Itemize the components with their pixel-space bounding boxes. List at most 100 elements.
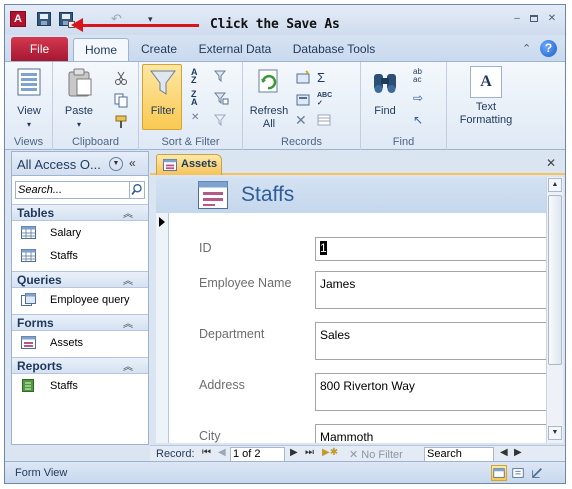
nav-item-report-staffs[interactable]: Staffs [12, 376, 148, 398]
totals-sigma-icon[interactable]: Σ [317, 70, 333, 86]
text-formatting-label-line2: Formatting [459, 114, 513, 126]
filter-funnel-icon [150, 70, 176, 95]
selection-filter-icon[interactable] [213, 68, 229, 84]
maximize-button[interactable] [527, 13, 541, 25]
advanced-filter-icon[interactable] [213, 90, 229, 106]
find-button[interactable]: Find [365, 66, 405, 118]
title-bar: A ↶ ▾ Click the Save As ‒ ✕ [5, 5, 565, 35]
cut-icon[interactable] [113, 70, 129, 86]
nav-item-table-staffs[interactable]: Staffs [12, 246, 148, 268]
nav-header[interactable]: All Access O... ▼ « [12, 152, 148, 176]
field-id-input[interactable]: 1 [315, 237, 546, 261]
nav-item-query-employee[interactable]: Employee query [12, 290, 148, 312]
nav-menu-chevron-down-icon[interactable]: ▼ [109, 157, 123, 171]
form-icon [21, 336, 36, 349]
tab-external-data[interactable]: External Data [195, 38, 275, 61]
sort-ascending-icon[interactable]: AZ [191, 68, 207, 85]
first-record-icon[interactable]: ⏮ [202, 447, 211, 458]
minimize-button[interactable]: ‒ [510, 13, 524, 25]
scrollbar-thumb[interactable] [548, 195, 562, 365]
close-button[interactable]: ✕ [545, 13, 559, 25]
category-label: Forms [17, 316, 54, 330]
copy-icon[interactable] [113, 92, 129, 108]
group-label-records: Records [281, 136, 322, 148]
nav-category-reports[interactable]: Reports ︽ [12, 357, 148, 374]
form-header: Staffs [156, 177, 546, 213]
document-tabs: Assets ✕ [150, 151, 565, 175]
tab-database-tools[interactable]: Database Tools [288, 38, 380, 61]
document-tab-assets[interactable]: Assets [156, 154, 222, 175]
group-label-views: Views [13, 136, 44, 148]
save-record-icon[interactable] [295, 92, 311, 108]
paste-button[interactable]: Paste ▾ [59, 66, 99, 131]
refresh-all-button[interactable]: Refresh All [247, 66, 291, 131]
design-view-icon[interactable] [529, 465, 545, 481]
nav-category-tables[interactable]: Tables ︽ [12, 204, 148, 221]
format-painter-icon[interactable] [113, 114, 129, 130]
nav-category-queries[interactable]: Queries ︽ [12, 271, 148, 288]
group-records: Refresh All ✕ Σ ABC ✓ Records [243, 62, 361, 150]
status-text: Form View [15, 467, 68, 479]
tab-home[interactable]: Home [73, 38, 129, 61]
scroll-left-icon[interactable]: ◀ [500, 447, 508, 458]
field-department-input[interactable]: Sales [315, 322, 546, 360]
shutter-bar-close-icon[interactable]: « [129, 156, 136, 170]
tab-create[interactable]: Create [136, 38, 182, 61]
new-record-icon[interactable] [295, 70, 311, 86]
paste-icon [68, 68, 92, 97]
sort-descending-icon[interactable]: ZA [191, 90, 207, 107]
no-filter-indicator[interactable]: ✕ No Filter [349, 448, 403, 461]
select-icon[interactable]: ↖ [413, 112, 429, 128]
new-record-nav-icon[interactable]: ▶✱ [322, 447, 338, 458]
field-city-input[interactable]: Mammoth [315, 424, 546, 443]
more-records-icon[interactable] [317, 112, 333, 128]
form-vertical-scrollbar[interactable]: ▲ ▼ [546, 177, 563, 443]
record-selector[interactable] [156, 213, 169, 443]
view-button[interactable]: View ▾ [11, 66, 47, 131]
collapse-ribbon-icon[interactable]: ⌃ [522, 42, 531, 55]
collapse-chevron-up-icon[interactable]: ︽ [123, 315, 133, 330]
form-view-icon[interactable] [491, 465, 507, 481]
table-icon [21, 249, 36, 262]
delete-record-icon[interactable]: ✕ [295, 112, 311, 128]
close-document-icon[interactable]: ✕ [546, 156, 556, 170]
form-body: ID 1 Employee Name James Department Sale… [169, 213, 546, 443]
collapse-chevron-up-icon[interactable]: ︽ [123, 358, 133, 373]
record-search-input[interactable]: Search [424, 447, 494, 462]
collapse-chevron-up-icon[interactable]: ︽ [123, 272, 133, 287]
search-icon[interactable] [130, 181, 145, 199]
nav-item-form-assets[interactable]: Assets [12, 333, 148, 355]
nav-item-table-salary[interactable]: Salary [12, 223, 148, 245]
spelling-icon[interactable]: ABC ✓ [317, 92, 333, 108]
go-to-icon[interactable]: ⇨ [413, 90, 429, 106]
scroll-right-icon[interactable]: ▶ [514, 447, 522, 458]
collapse-chevron-up-icon[interactable]: ︽ [123, 205, 133, 220]
filter-button[interactable]: Filter [143, 66, 183, 118]
document-area: Assets ✕ Staffs ID 1 Employee Name James… [150, 151, 565, 462]
scroll-down-icon[interactable]: ▼ [548, 426, 562, 440]
toggle-filter-icon[interactable] [213, 112, 229, 128]
help-icon[interactable]: ? [540, 40, 557, 57]
layout-view-icon[interactable] [510, 465, 526, 481]
view-icon [17, 68, 41, 96]
save-icon[interactable] [36, 11, 52, 27]
nav-item-label: Staffs [50, 380, 78, 392]
next-record-icon[interactable]: ▶ [290, 447, 298, 458]
no-filter-label: No Filter [361, 449, 403, 461]
nav-category-forms[interactable]: Forms ︽ [12, 314, 148, 331]
tab-file[interactable]: File [11, 37, 68, 61]
remove-sort-icon[interactable]: ✕ [191, 112, 207, 128]
replace-icon[interactable]: ab ac [413, 68, 429, 84]
text-formatting-button[interactable]: A Text Formatting [451, 66, 521, 127]
field-employee-name-input[interactable]: James [315, 271, 546, 309]
nav-search-input[interactable]: Search... [15, 181, 130, 199]
field-address-input[interactable]: 800 Riverton Way [315, 373, 546, 411]
access-app-icon[interactable]: A [10, 11, 26, 27]
last-record-icon[interactable]: ⏭ [305, 447, 314, 458]
scroll-up-icon[interactable]: ▲ [548, 178, 562, 192]
field-label-city: City [199, 429, 221, 443]
field-id-value: 1 [320, 241, 327, 255]
record-position-input[interactable]: 1 of 2 [230, 447, 285, 462]
previous-record-icon[interactable]: ◀ [218, 447, 226, 458]
ribbon-tabs: File Home Create External Data Database … [5, 35, 565, 61]
